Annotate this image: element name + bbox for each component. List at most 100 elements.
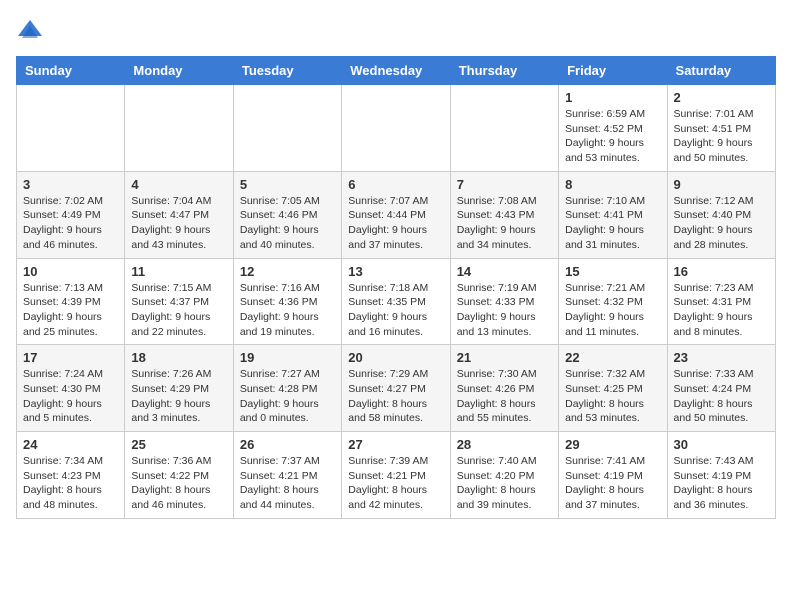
day-info: Sunrise: 7:27 AM Sunset: 4:28 PM Dayligh… <box>240 367 335 426</box>
day-number: 18 <box>131 350 226 365</box>
calendar-cell: 30Sunrise: 7:43 AM Sunset: 4:19 PM Dayli… <box>667 432 775 519</box>
calendar-header: SundayMondayTuesdayWednesdayThursdayFrid… <box>17 57 776 85</box>
day-number: 2 <box>674 90 769 105</box>
day-info: Sunrise: 7:10 AM Sunset: 4:41 PM Dayligh… <box>565 194 660 253</box>
day-info: Sunrise: 7:23 AM Sunset: 4:31 PM Dayligh… <box>674 281 769 340</box>
calendar-week-4: 24 Sunrise: 7:34 AM Sunset: 4:23 PM Dayli… <box>17 432 776 519</box>
day-number: 6 <box>348 177 443 192</box>
day-info: Sunrise: 7:32 AM Sunset: 4:25 PM Dayligh… <box>565 367 660 426</box>
calendar-week-2: 10 Sunrise: 7:13 AM Sunset: 4:39 PM Dayli… <box>17 258 776 345</box>
header-friday: Friday <box>559 57 667 85</box>
day-info: Sunrise: 7:21 AM Sunset: 4:32 PM Dayligh… <box>565 281 660 340</box>
day-info: Sunrise: 7:29 AM Sunset: 4:27 PM Dayligh… <box>348 367 443 426</box>
calendar-cell: 24 Sunrise: 7:34 AM Sunset: 4:23 PM Dayli… <box>17 432 125 519</box>
day-number: 15 <box>565 264 660 279</box>
calendar-cell <box>125 85 233 172</box>
calendar-cell <box>233 85 341 172</box>
calendar-cell: 26 Sunrise: 7:37 AM Sunset: 4:21 PM Dayli… <box>233 432 341 519</box>
header-saturday: Saturday <box>667 57 775 85</box>
calendar-cell: 3 Sunrise: 7:02 AM Sunset: 4:49 PM Daylig… <box>17 171 125 258</box>
day-number: 16 <box>674 264 769 279</box>
day-info: Sunrise: 7:15 AM Sunset: 4:37 PM Dayligh… <box>131 281 226 340</box>
day-info: Sunrise: 7:02 AM Sunset: 4:49 PM Dayligh… <box>23 194 118 253</box>
calendar-cell: 25Sunrise: 7:36 AM Sunset: 4:22 PM Dayli… <box>125 432 233 519</box>
day-number: 21 <box>457 350 552 365</box>
calendar-cell: 13Sunrise: 7:18 AM Sunset: 4:35 PM Dayli… <box>342 258 450 345</box>
day-number: 28 <box>457 437 552 452</box>
calendar-cell <box>17 85 125 172</box>
header-wednesday: Wednesday <box>342 57 450 85</box>
logo <box>16 16 48 44</box>
day-info: Sunrise: 7:04 AM Sunset: 4:47 PM Dayligh… <box>131 194 226 253</box>
day-number: 27 <box>348 437 443 452</box>
calendar-table: SundayMondayTuesdayWednesdayThursdayFrid… <box>16 56 776 519</box>
calendar-cell: 5 Sunrise: 7:05 AM Sunset: 4:46 PM Daylig… <box>233 171 341 258</box>
day-info: Sunrise: 7:41 AM Sunset: 4:19 PM Dayligh… <box>565 454 660 513</box>
calendar-cell: 23 Sunrise: 7:33 AM Sunset: 4:24 PM Dayli… <box>667 345 775 432</box>
day-number: 23 <box>674 350 769 365</box>
day-info: Sunrise: 7:05 AM Sunset: 4:46 PM Dayligh… <box>240 194 335 253</box>
calendar-cell: 8 Sunrise: 7:10 AM Sunset: 4:41 PM Daylig… <box>559 171 667 258</box>
day-info: Sunrise: 7:12 AM Sunset: 4:40 PM Dayligh… <box>674 194 769 253</box>
calendar-cell: 7 Sunrise: 7:08 AM Sunset: 4:43 PM Daylig… <box>450 171 558 258</box>
calendar-cell: 4 Sunrise: 7:04 AM Sunset: 4:47 PM Daylig… <box>125 171 233 258</box>
logo-icon <box>16 16 44 44</box>
calendar-cell: 10 Sunrise: 7:13 AM Sunset: 4:39 PM Dayli… <box>17 258 125 345</box>
day-number: 17 <box>23 350 118 365</box>
day-number: 1 <box>565 90 660 105</box>
calendar-cell: 11 Sunrise: 7:15 AM Sunset: 4:37 PM Dayli… <box>125 258 233 345</box>
header-thursday: Thursday <box>450 57 558 85</box>
header-row: SundayMondayTuesdayWednesdayThursdayFrid… <box>17 57 776 85</box>
calendar-cell: 19 Sunrise: 7:27 AM Sunset: 4:28 PM Dayli… <box>233 345 341 432</box>
day-info: Sunrise: 7:33 AM Sunset: 4:24 PM Dayligh… <box>674 367 769 426</box>
day-info: Sunrise: 6:59 AM Sunset: 4:52 PM Dayligh… <box>565 107 660 166</box>
day-number: 26 <box>240 437 335 452</box>
calendar-cell: 17 Sunrise: 7:24 AM Sunset: 4:30 PM Dayli… <box>17 345 125 432</box>
calendar-cell: 16 Sunrise: 7:23 AM Sunset: 4:31 PM Dayli… <box>667 258 775 345</box>
calendar-cell: 2Sunrise: 7:01 AM Sunset: 4:51 PM Daylig… <box>667 85 775 172</box>
header-monday: Monday <box>125 57 233 85</box>
calendar-week-1: 3 Sunrise: 7:02 AM Sunset: 4:49 PM Daylig… <box>17 171 776 258</box>
calendar-cell: 18 Sunrise: 7:26 AM Sunset: 4:29 PM Dayli… <box>125 345 233 432</box>
day-number: 24 <box>23 437 118 452</box>
calendar-cell <box>342 85 450 172</box>
calendar-week-3: 17 Sunrise: 7:24 AM Sunset: 4:30 PM Dayli… <box>17 345 776 432</box>
calendar-week-0: 1 Sunrise: 6:59 AM Sunset: 4:52 PM Daylig… <box>17 85 776 172</box>
calendar-cell: 29Sunrise: 7:41 AM Sunset: 4:19 PM Dayli… <box>559 432 667 519</box>
header-sunday: Sunday <box>17 57 125 85</box>
calendar-cell: 15 Sunrise: 7:21 AM Sunset: 4:32 PM Dayli… <box>559 258 667 345</box>
day-number: 4 <box>131 177 226 192</box>
page-header <box>16 16 776 44</box>
calendar-body: 1 Sunrise: 6:59 AM Sunset: 4:52 PM Daylig… <box>17 85 776 519</box>
day-info: Sunrise: 7:24 AM Sunset: 4:30 PM Dayligh… <box>23 367 118 426</box>
calendar-cell: 6 Sunrise: 7:07 AM Sunset: 4:44 PM Daylig… <box>342 171 450 258</box>
calendar-cell: 28 Sunrise: 7:40 AM Sunset: 4:20 PM Dayli… <box>450 432 558 519</box>
day-info: Sunrise: 7:08 AM Sunset: 4:43 PM Dayligh… <box>457 194 552 253</box>
day-number: 25 <box>131 437 226 452</box>
day-info: Sunrise: 7:34 AM Sunset: 4:23 PM Dayligh… <box>23 454 118 513</box>
day-info: Sunrise: 7:40 AM Sunset: 4:20 PM Dayligh… <box>457 454 552 513</box>
calendar-cell: 12Sunrise: 7:16 AM Sunset: 4:36 PM Dayli… <box>233 258 341 345</box>
day-info: Sunrise: 7:37 AM Sunset: 4:21 PM Dayligh… <box>240 454 335 513</box>
day-number: 30 <box>674 437 769 452</box>
day-number: 13 <box>348 264 443 279</box>
day-info: Sunrise: 7:07 AM Sunset: 4:44 PM Dayligh… <box>348 194 443 253</box>
day-info: Sunrise: 7:30 AM Sunset: 4:26 PM Dayligh… <box>457 367 552 426</box>
day-number: 5 <box>240 177 335 192</box>
calendar-cell: 22 Sunrise: 7:32 AM Sunset: 4:25 PM Dayli… <box>559 345 667 432</box>
day-info: Sunrise: 7:39 AM Sunset: 4:21 PM Dayligh… <box>348 454 443 513</box>
day-number: 11 <box>131 264 226 279</box>
day-number: 14 <box>457 264 552 279</box>
calendar-cell: 27 Sunrise: 7:39 AM Sunset: 4:21 PM Dayli… <box>342 432 450 519</box>
day-number: 22 <box>565 350 660 365</box>
day-number: 8 <box>565 177 660 192</box>
day-number: 7 <box>457 177 552 192</box>
day-number: 3 <box>23 177 118 192</box>
day-info: Sunrise: 7:26 AM Sunset: 4:29 PM Dayligh… <box>131 367 226 426</box>
day-number: 10 <box>23 264 118 279</box>
day-number: 19 <box>240 350 335 365</box>
calendar-cell: 9Sunrise: 7:12 AM Sunset: 4:40 PM Daylig… <box>667 171 775 258</box>
calendar-cell <box>450 85 558 172</box>
day-number: 12 <box>240 264 335 279</box>
day-info: Sunrise: 7:13 AM Sunset: 4:39 PM Dayligh… <box>23 281 118 340</box>
